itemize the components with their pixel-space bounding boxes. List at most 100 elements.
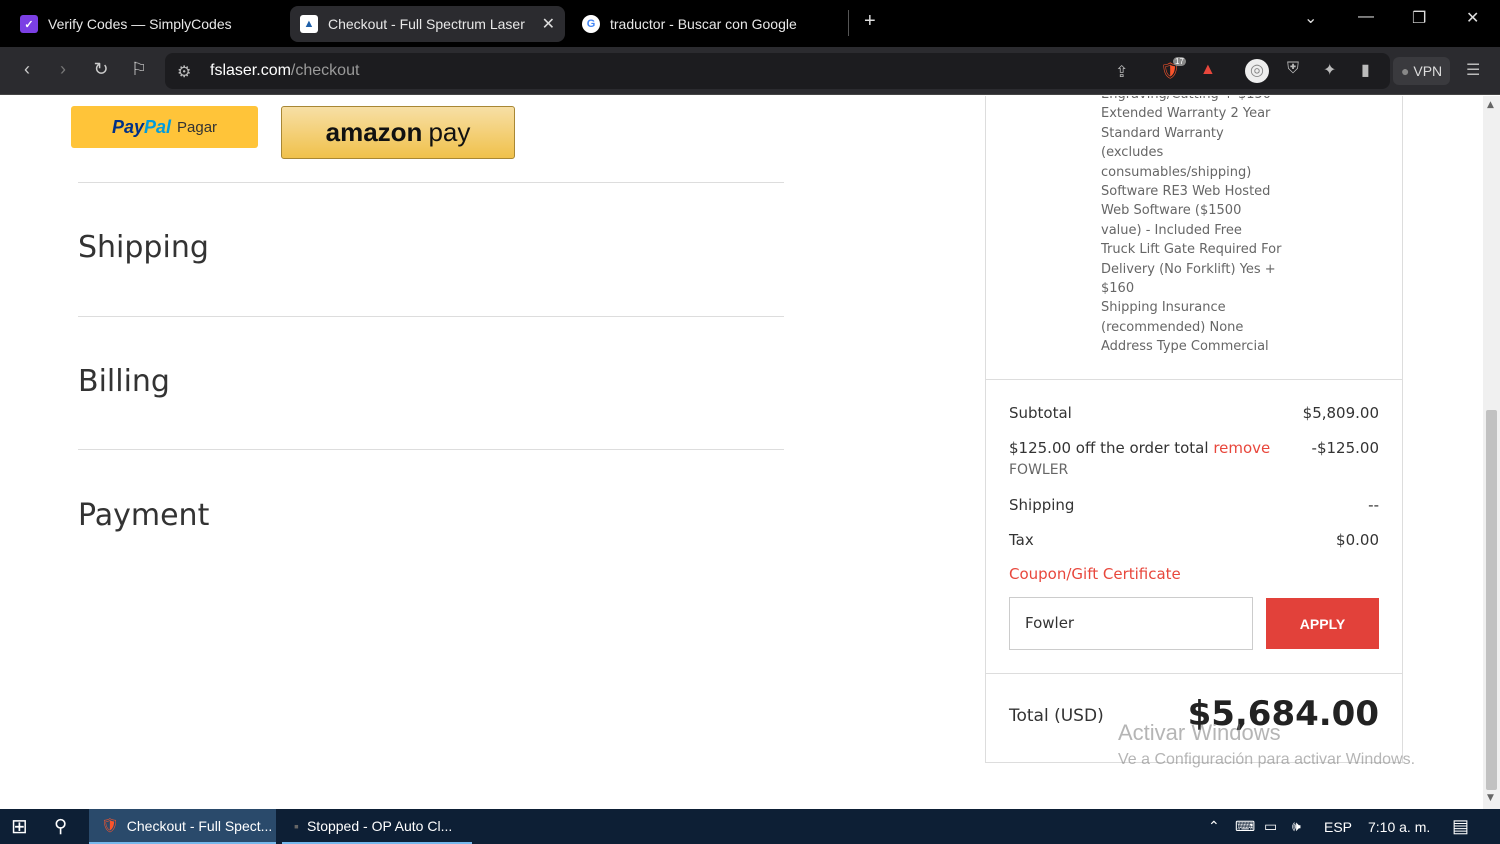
item-option-line: Shipping Insurance [1101, 300, 1226, 316]
taskbar-app-label: Checkout - Full Spect... [126, 817, 273, 834]
extension-shield-icon[interactable]: ⛨ [1287, 60, 1299, 78]
minimize-button[interactable]: — [1358, 8, 1374, 26]
clock[interactable]: 7:10 a. m. [1368, 809, 1430, 844]
notifications-icon[interactable]: ▤ [1452, 809, 1469, 844]
item-option-line: Engraving/Cutting + $150 [1101, 96, 1291, 104]
windows-activation-watermark-text: Ve a Configuración para activar Windows. [1118, 751, 1416, 768]
search-icon[interactable]: ⚲ [54, 809, 67, 844]
divider [78, 182, 784, 183]
close-tab-icon[interactable]: ✕ [542, 14, 555, 34]
shipping-label: Shipping [1009, 496, 1075, 514]
share-icon[interactable]: ⇪ [1115, 62, 1128, 82]
item-option-line: Address Type Commercial [1101, 339, 1269, 355]
checkout-page: PayPal Pagar amazon pay Shipping Billing … [0, 96, 1500, 809]
paypal-button[interactable]: PayPal Pagar [71, 106, 258, 148]
item-options-list: Engraving/Cutting + $150 Extended Warrant… [1101, 96, 1291, 357]
item-option-line: consumables/shipping) [1101, 164, 1252, 180]
taskbar-app-browser[interactable]: 🛡 Checkout - Full Spect... [89, 809, 276, 844]
item-option-line: Software RE3 Web Hosted [1101, 184, 1271, 200]
scroll-up-arrow-icon[interactable]: ▲ [1487, 100, 1494, 110]
paypal-logo-pay: Pay [111, 116, 144, 137]
item-option-line: $160 [1101, 281, 1135, 297]
reload-button[interactable]: ↻ [89, 59, 113, 80]
paypal-logo-pal: Pal [143, 116, 172, 137]
tax-value: $0.00 [1336, 531, 1379, 549]
back-button[interactable]: ‹ [15, 59, 39, 80]
input-method-icon[interactable]: ⌨ [1235, 809, 1255, 844]
apply-coupon-button[interactable]: APPLY [1266, 598, 1379, 649]
volume-icon[interactable]: 🕪 [1292, 809, 1301, 844]
scroll-down-arrow-icon[interactable]: ▼ [1487, 793, 1494, 803]
menu-icon[interactable]: ☰ [1466, 60, 1480, 80]
simplycodes-icon: ✓ [20, 15, 38, 33]
brave-rewards-icon[interactable]: ▲ [1200, 61, 1216, 79]
bookmark-icon[interactable]: ⚐ [127, 59, 151, 80]
item-option-line: value) - Included Free [1101, 222, 1242, 238]
close-window-button[interactable]: ✕ [1466, 8, 1479, 28]
url-text[interactable]: fslaser.com/checkout [210, 62, 359, 80]
extensions-puzzle-icon[interactable]: ✦ [1323, 60, 1336, 80]
app-icon: ▪ [294, 817, 299, 834]
tab-divider [848, 10, 849, 36]
discount-code: FOWLER [1009, 462, 1069, 478]
shields-badge: 17 [1173, 57, 1186, 66]
sidebar-toggle-icon[interactable]: ▮ [1361, 60, 1370, 80]
tab-simplycodes[interactable]: ✓ Verify Codes — SimplyCodes [10, 6, 280, 42]
billing-heading[interactable]: Billing [78, 364, 170, 399]
item-option-line: Standard Warranty [1101, 125, 1224, 141]
total-label: Total (USD) [1009, 706, 1104, 726]
summary-divider [985, 673, 1403, 674]
amazon-logo: amazon [325, 117, 423, 147]
site-settings-icon[interactable]: ⚙ [177, 62, 191, 82]
vpn-button[interactable]: ● VPN [1393, 57, 1451, 85]
subtotal-value: $5,809.00 [1302, 404, 1379, 422]
shipping-heading[interactable]: Shipping [78, 230, 209, 265]
paypal-logo: PayPal [112, 117, 171, 138]
address-bar[interactable]: ⚙ fslaser.com/checkout ⇪ 🛡 17 ▲ [165, 53, 1390, 89]
new-tab-button[interactable]: + [864, 10, 876, 33]
item-option-line: Truck Lift Gate Required For [1101, 242, 1282, 258]
restore-button[interactable]: ❐ [1412, 8, 1426, 28]
discount-text: $125.00 off the order total [1009, 439, 1209, 457]
vpn-status-icon: ● [1401, 63, 1414, 79]
url-path: /checkout [290, 62, 360, 79]
item-option-line: Delivery (No Forklift) Yes + [1101, 261, 1276, 277]
profile-avatar[interactable]: ◎ [1245, 59, 1269, 83]
paypal-label: Pagar [177, 118, 218, 136]
forward-button[interactable]: › [51, 59, 75, 80]
tab-title: traductor - Buscar con Google [610, 16, 797, 32]
tax-label: Tax [1009, 531, 1034, 549]
windows-activation-watermark-title: Activar Windows [1118, 720, 1281, 745]
tab-search-chevron-icon[interactable]: ⌄ [1304, 8, 1317, 28]
tab-title: Checkout - Full Spectrum Laser [328, 16, 525, 32]
language-indicator[interactable]: ESP [1324, 809, 1352, 844]
amazon-pay-button[interactable]: amazon pay [281, 106, 515, 159]
windows-start-icon[interactable]: ⊞ [11, 809, 28, 844]
tab-google[interactable]: G traductor - Buscar con Google [572, 6, 842, 42]
coupon-gift-certificate-link[interactable]: Coupon/Gift Certificate [1009, 565, 1181, 583]
divider [78, 316, 784, 317]
shipping-value: -- [1368, 496, 1379, 514]
amazon-pay-label: pay [428, 117, 471, 147]
page-scrollbar[interactable]: ▲ ▼ [1483, 96, 1500, 809]
tab-title: Verify Codes — SimplyCodes [48, 16, 232, 32]
taskbar-app-label: Stopped - OP Auto Cl... [306, 817, 453, 834]
item-option-line: (recommended) None [1101, 319, 1244, 335]
payment-heading[interactable]: Payment [78, 498, 209, 533]
taskbar-app-autoclicker[interactable]: ▪ Stopped - OP Auto Cl... [282, 809, 472, 844]
scrollbar-thumb[interactable] [1486, 410, 1497, 790]
brave-icon: 🛡 [101, 817, 119, 833]
item-option-line: Extended Warranty 2 Year [1101, 106, 1271, 122]
remove-discount-link[interactable]: remove [1213, 439, 1270, 457]
coupon-code-input[interactable]: Fowler [1009, 597, 1253, 650]
show-hidden-icons-chevron-icon[interactable]: ⌃ [1208, 809, 1220, 844]
vpn-label: VPN [1413, 63, 1443, 79]
item-option-line: (excludes [1101, 145, 1164, 161]
tab-checkout[interactable]: ▲ Checkout - Full Spectrum Laser ✕ [290, 6, 565, 42]
network-icon[interactable]: ▭ [1264, 809, 1277, 844]
discount-label: $125.00 off the order total remove [1009, 439, 1270, 457]
url-domain: fslaser.com [210, 62, 291, 79]
discount-value: -$125.00 [1311, 439, 1379, 457]
google-icon: G [582, 15, 600, 33]
item-option-line: Web Software ($1500 [1101, 203, 1242, 219]
